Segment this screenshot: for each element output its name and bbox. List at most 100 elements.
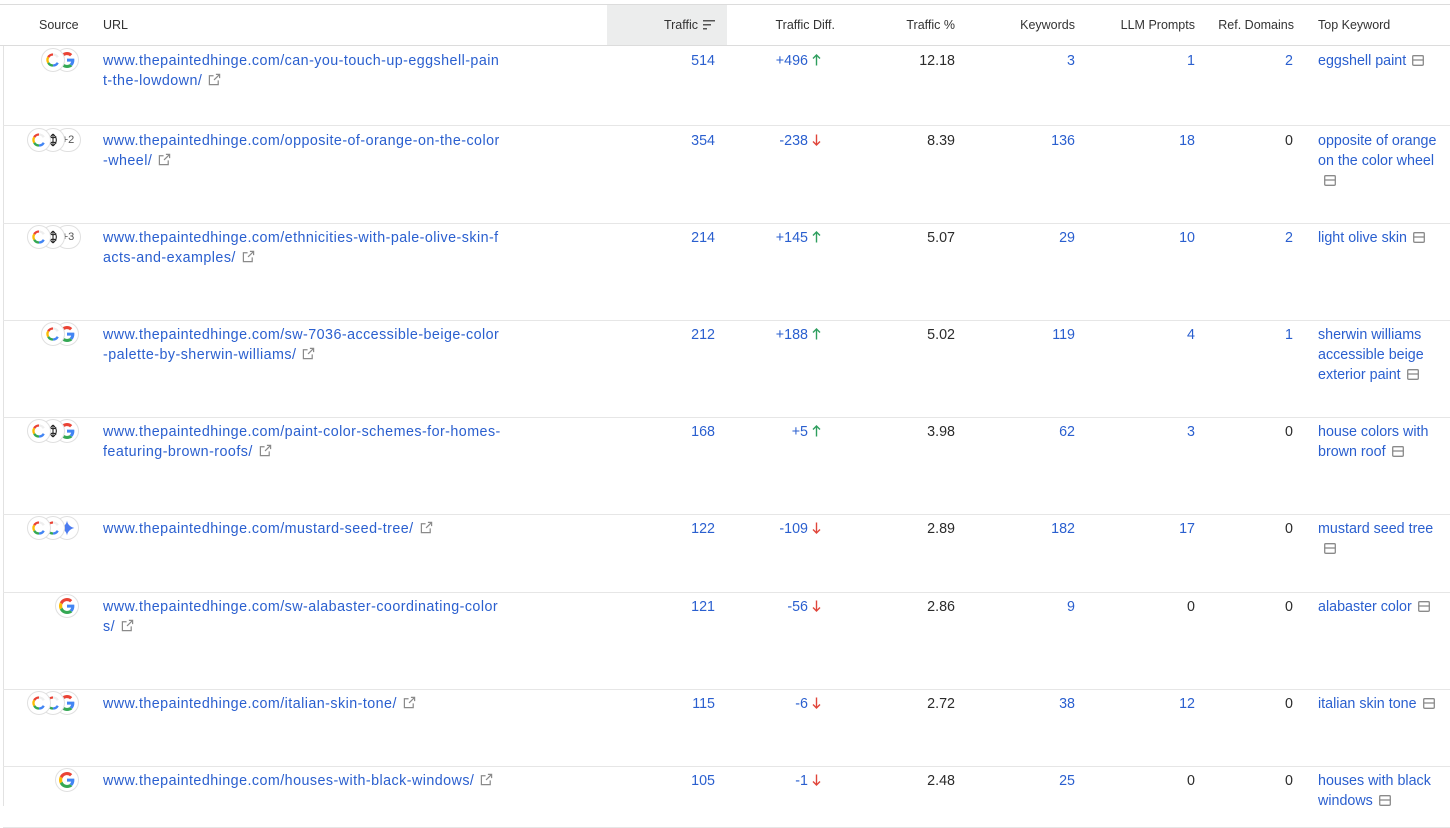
url-text[interactable]: www.thepaintedhinge.com/sw-alabaster-coo… — [103, 599, 498, 635]
top-keyword[interactable]: opposite of orange on the color wheel — [1318, 131, 1446, 191]
traffic-diff-value-value[interactable]: -1 — [795, 773, 808, 789]
traffic-diff-value[interactable]: -56 — [721, 597, 821, 617]
top-keyword-text[interactable]: mustard seed tree — [1318, 521, 1433, 537]
ref-domains-count[interactable]: 1 — [1193, 325, 1293, 345]
top-keyword[interactable]: italian skin tone — [1318, 694, 1446, 714]
traffic-diff-value[interactable]: -109 — [721, 519, 821, 539]
top-keyword[interactable]: light olive skin — [1318, 228, 1446, 248]
traffic-value[interactable]: 122 — [615, 519, 715, 539]
ref-domains-count[interactable]: 2 — [1193, 228, 1293, 248]
serp-features-icon[interactable] — [1417, 601, 1430, 612]
url-link[interactable]: www.thepaintedhinge.com/mustard-seed-tre… — [103, 519, 503, 539]
traffic-diff-value[interactable]: +145 — [721, 228, 821, 248]
external-link-icon[interactable] — [242, 250, 255, 263]
top-keyword-text[interactable]: houses with black windows — [1318, 773, 1431, 809]
traffic-diff-value-value[interactable]: +496 — [776, 53, 808, 69]
external-link-icon[interactable] — [259, 444, 272, 457]
keywords-count-value[interactable]: 38 — [1059, 696, 1075, 712]
column-source[interactable]: Source — [39, 5, 79, 45]
top-keyword[interactable]: alabaster color — [1318, 597, 1446, 617]
keywords-count[interactable]: 25 — [975, 771, 1075, 791]
column-url[interactable]: URL — [103, 5, 128, 45]
keywords-count-value[interactable]: 3 — [1067, 53, 1075, 69]
traffic-value[interactable]: 115 — [615, 694, 715, 714]
serp-features-icon[interactable] — [1324, 543, 1336, 554]
top-keyword[interactable]: eggshell paint — [1318, 51, 1446, 71]
external-link-icon[interactable] — [403, 696, 416, 709]
url-text[interactable]: www.thepaintedhinge.com/paint-color-sche… — [103, 424, 501, 460]
ref-domains-count-value[interactable]: 1 — [1285, 327, 1293, 343]
keywords-count-value[interactable]: 9 — [1067, 599, 1075, 615]
url-link[interactable]: www.thepaintedhinge.com/can-you-touch-up… — [103, 51, 503, 91]
top-keyword[interactable]: sherwin williams accessible beige exteri… — [1318, 325, 1446, 385]
keywords-count-value[interactable]: 182 — [1051, 521, 1075, 537]
keywords-count-value[interactable]: 29 — [1059, 230, 1075, 246]
column-traffic-diff[interactable]: Traffic Diff. — [735, 5, 835, 45]
traffic-diff-value-value[interactable]: -238 — [779, 133, 808, 149]
traffic-value-value[interactable]: 212 — [691, 327, 715, 343]
ref-domains-count-value[interactable]: 2 — [1285, 53, 1293, 69]
external-link-icon[interactable] — [302, 347, 315, 360]
traffic-diff-value[interactable]: -6 — [721, 694, 821, 714]
keywords-count-value[interactable]: 62 — [1059, 424, 1075, 440]
keywords-count[interactable]: 29 — [975, 228, 1075, 248]
traffic-diff-value-value[interactable]: +188 — [776, 327, 808, 343]
keywords-count[interactable]: 3 — [975, 51, 1075, 71]
keywords-count[interactable]: 9 — [975, 597, 1075, 617]
serp-features-icon[interactable] — [1413, 232, 1425, 243]
traffic-value[interactable]: 354 — [615, 131, 715, 151]
traffic-diff-value[interactable]: -1 — [721, 771, 821, 791]
traffic-value-value[interactable]: 121 — [691, 599, 715, 615]
serp-features-icon[interactable] — [1391, 446, 1404, 457]
keywords-count-value[interactable]: 119 — [1052, 327, 1075, 343]
serp-features-icon[interactable] — [1422, 698, 1435, 709]
llm-prompts-count[interactable]: 18 — [1095, 131, 1195, 151]
column-traffic[interactable]: Traffic — [607, 5, 727, 45]
llm-prompts-count[interactable]: 1 — [1095, 51, 1195, 71]
traffic-value-value[interactable]: 122 — [691, 521, 715, 537]
traffic-value[interactable]: 168 — [615, 422, 715, 442]
keywords-count-value[interactable]: 25 — [1059, 773, 1075, 789]
top-keyword[interactable]: houses with black windows — [1318, 771, 1446, 811]
top-keyword[interactable]: house colors with brown roof — [1318, 422, 1446, 462]
serp-features-icon[interactable] — [1412, 55, 1425, 66]
ref-domains-count[interactable]: 2 — [1193, 51, 1293, 71]
url-link[interactable]: www.thepaintedhinge.com/ethnicities-with… — [103, 228, 503, 268]
column-traffic-percent[interactable]: Traffic % — [855, 5, 955, 45]
traffic-value[interactable]: 214 — [615, 228, 715, 248]
traffic-diff-value-value[interactable]: +5 — [792, 424, 808, 440]
llm-prompts-count[interactable]: 12 — [1095, 694, 1195, 714]
traffic-diff-value-value[interactable]: -6 — [795, 696, 808, 712]
traffic-diff-value[interactable]: -238 — [721, 131, 821, 151]
url-link[interactable]: www.thepaintedhinge.com/italian-skin-ton… — [103, 694, 503, 714]
url-text[interactable]: www.thepaintedhinge.com/ethnicities-with… — [103, 230, 499, 266]
top-keyword-text[interactable]: house colors with brown roof — [1318, 424, 1428, 460]
keywords-count[interactable]: 38 — [975, 694, 1075, 714]
url-text[interactable]: www.thepaintedhinge.com/sw-7036-accessib… — [103, 327, 499, 363]
url-link[interactable]: www.thepaintedhinge.com/houses-with-blac… — [103, 771, 503, 791]
external-link-icon[interactable] — [158, 153, 171, 166]
top-keyword[interactable]: mustard seed tree — [1318, 519, 1446, 559]
llm-prompts-count[interactable]: 3 — [1095, 422, 1195, 442]
llm-prompts-count[interactable]: 10 — [1095, 228, 1195, 248]
traffic-value-value[interactable]: 105 — [691, 773, 715, 789]
top-keyword-text[interactable]: eggshell paint — [1318, 53, 1406, 69]
url-text[interactable]: www.thepaintedhinge.com/italian-skin-ton… — [103, 696, 397, 712]
external-link-icon[interactable] — [208, 73, 221, 86]
traffic-value[interactable]: 514 — [615, 51, 715, 71]
top-keyword-text[interactable]: alabaster color — [1318, 599, 1412, 615]
keywords-count[interactable]: 62 — [975, 422, 1075, 442]
url-text[interactable]: www.thepaintedhinge.com/houses-with-blac… — [103, 773, 474, 789]
traffic-diff-value-value[interactable]: +145 — [776, 230, 808, 246]
top-keyword-text[interactable]: opposite of orange on the color wheel — [1318, 133, 1436, 169]
keywords-count[interactable]: 182 — [975, 519, 1075, 539]
serp-features-icon[interactable] — [1378, 795, 1391, 806]
llm-prompts-count[interactable]: 4 — [1095, 325, 1195, 345]
traffic-value[interactable]: 121 — [615, 597, 715, 617]
url-link[interactable]: www.thepaintedhinge.com/opposite-of-oran… — [103, 131, 503, 171]
serp-features-icon[interactable] — [1406, 369, 1419, 380]
top-keyword-text[interactable]: italian skin tone — [1318, 696, 1417, 712]
external-link-icon[interactable] — [480, 773, 493, 786]
top-keyword-text[interactable]: light olive skin — [1318, 230, 1407, 246]
column-llm-prompts[interactable]: LLM Prompts — [1095, 5, 1195, 45]
